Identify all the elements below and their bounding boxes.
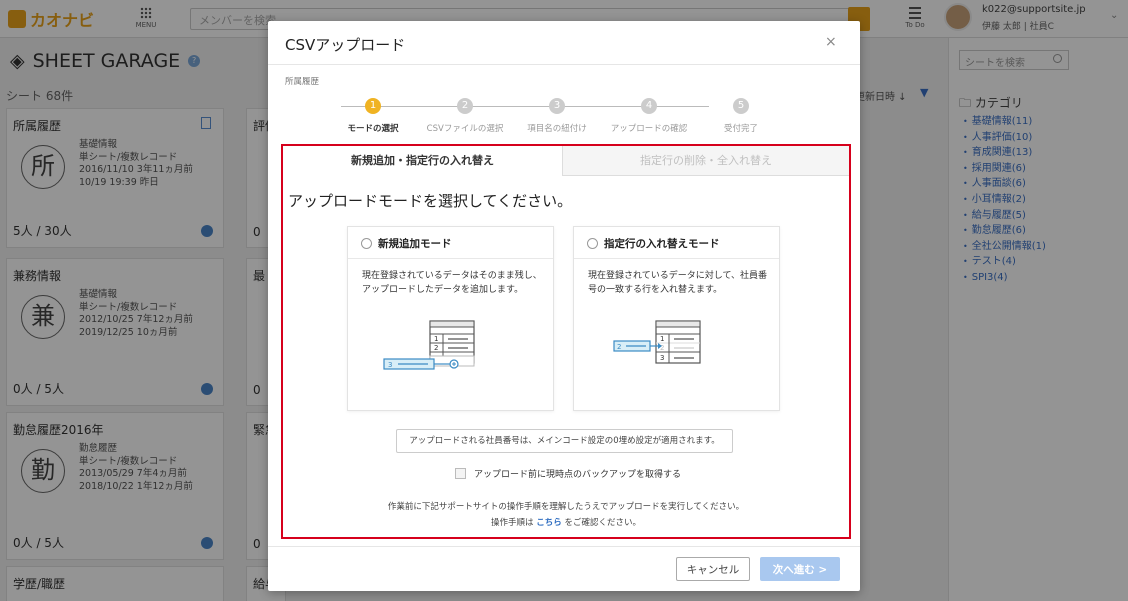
replace-mode-title: 指定行の入れ替えモード xyxy=(604,238,720,250)
step-connector xyxy=(525,106,617,107)
mode-heading: アップロードモードを選択してください。 xyxy=(288,192,573,210)
step-4-dot: 4 xyxy=(641,98,657,114)
upload-mode-panel: 新規追加・指定行の入れ替え 指定行の削除・全入れ替え アップロードモードを選択し… xyxy=(281,144,851,539)
support-link-prefix: 操作手順は xyxy=(491,518,534,528)
add-mode-card[interactable]: 新規追加モード 現在登録されているデータはそのまま残し、アップロードしたデータを… xyxy=(347,226,554,411)
sheet-name-label: 所属履歴 xyxy=(285,77,320,87)
svg-text:2: 2 xyxy=(617,343,621,351)
step-5-label: 受付完了 xyxy=(723,124,758,134)
csv-upload-modal: CSVアップロード × 所属履歴 1 2 3 4 5 モードの選択 CSVファイ… xyxy=(268,21,860,591)
next-button[interactable]: 次へ進む > xyxy=(760,557,840,581)
upload-stepper: 1 2 3 4 5 モードの選択 CSVファイルの選択 項目名の紐付け アップロ… xyxy=(328,98,778,138)
add-mode-description: 現在登録されているデータはそのまま残し、アップロードしたデータを追加します。 xyxy=(362,271,542,295)
step-1-dot: 1 xyxy=(365,98,381,114)
support-link-suffix: をご確認ください。 xyxy=(564,518,641,528)
employee-number-note: アップロードされる社員番号は、メインコード設定の0埋め設定が適用されます。 xyxy=(396,429,733,453)
svg-text:1: 1 xyxy=(434,335,438,343)
step-5-dot: 5 xyxy=(733,98,749,114)
svg-text:3: 3 xyxy=(660,354,664,362)
add-mode-header: 新規追加モード xyxy=(348,227,553,259)
tab-add-replace[interactable]: 新規追加・指定行の入れ替え xyxy=(283,146,563,176)
close-icon[interactable]: × xyxy=(825,34,837,50)
cancel-button[interactable]: キャンセル xyxy=(676,557,750,581)
step-3-dot: 3 xyxy=(549,98,565,114)
support-link[interactable]: こちら xyxy=(536,518,562,528)
backup-label: アップロード前に現時点のバックアップを取得する xyxy=(474,469,682,480)
support-link-line: 操作手順は こちら をご確認ください。 xyxy=(283,516,849,528)
replace-mode-description: 現在登録されているデータに対して、社員番号の一致する行を入れ替えます。 xyxy=(588,271,768,295)
step-2-dot: 2 xyxy=(457,98,473,114)
svg-text:2: 2 xyxy=(434,344,438,352)
modal-title: CSVアップロード xyxy=(285,36,406,54)
svg-text:3: 3 xyxy=(388,361,392,369)
replace-mode-card[interactable]: 指定行の入れ替えモード 現在登録されているデータに対して、社員番号の一致する行を… xyxy=(573,226,780,411)
tab-delete-replace-all[interactable]: 指定行の削除・全入れ替え xyxy=(563,146,849,176)
add-mode-illustration: 1 2 3 xyxy=(383,320,475,370)
replace-mode-header: 指定行の入れ替えモード xyxy=(574,227,779,259)
support-notice: 作業前に下記サポートサイトの操作手順を理解したうえでアップロードを実行してくださ… xyxy=(387,502,745,512)
step-connector xyxy=(433,106,525,107)
add-mode-radio[interactable] xyxy=(361,238,372,249)
svg-text:1: 1 xyxy=(660,335,664,343)
replace-mode-illustration: 1 2 3 2 xyxy=(613,320,701,364)
step-connector xyxy=(617,106,709,107)
backup-option[interactable]: アップロード前に現時点のバックアップを取得する xyxy=(455,466,681,480)
add-mode-title: 新規追加モード xyxy=(378,238,452,250)
modal-footer: キャンセル 次へ進む > xyxy=(268,546,860,591)
backup-checkbox[interactable] xyxy=(455,467,466,479)
modal-header: CSVアップロード × xyxy=(268,21,860,65)
step-connector xyxy=(341,106,433,107)
replace-mode-radio[interactable] xyxy=(587,238,598,249)
